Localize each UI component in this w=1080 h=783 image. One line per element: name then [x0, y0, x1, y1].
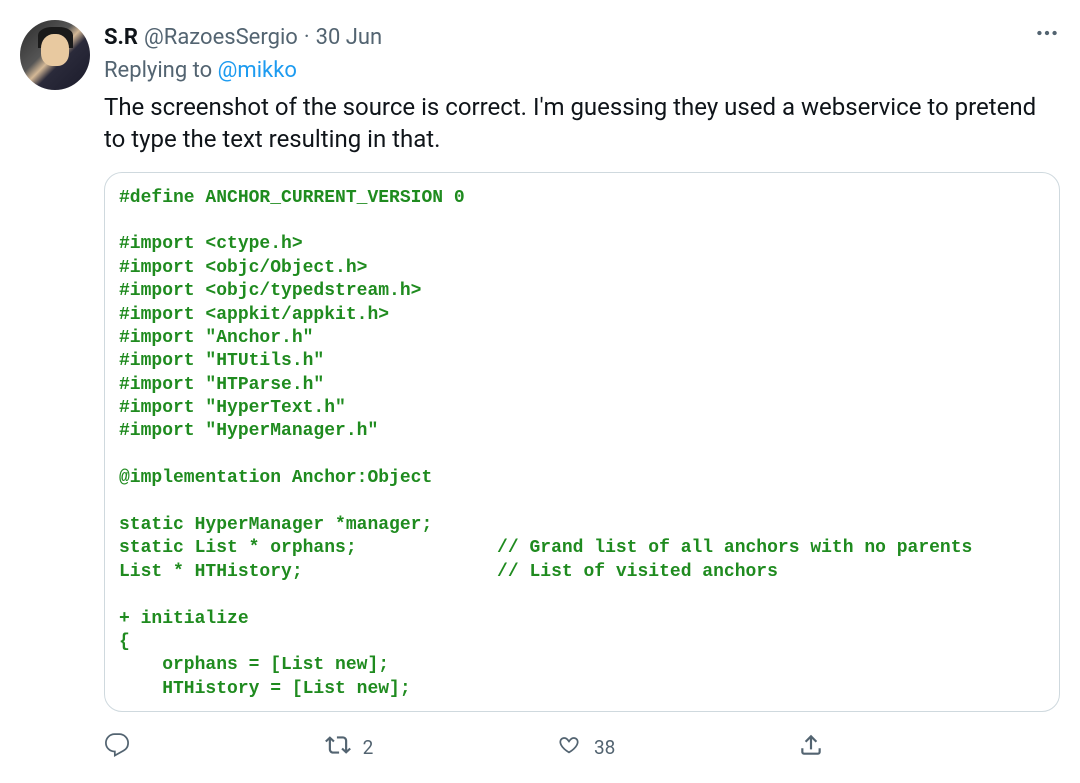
- more-icon: [1034, 20, 1060, 46]
- more-button[interactable]: [1034, 20, 1060, 56]
- share-button[interactable]: [798, 732, 824, 763]
- replying-prefix: Replying to: [104, 58, 218, 83]
- code-content: #define ANCHOR_CURRENT_VERSION 0 #import…: [119, 187, 1045, 702]
- reply-button[interactable]: [104, 732, 142, 763]
- display-name[interactable]: S.R: [104, 23, 138, 54]
- replying-to: Replying to @mikko: [104, 58, 1060, 83]
- separator-dot: ·: [304, 23, 310, 54]
- retweet-count: 2: [363, 736, 374, 759]
- tweet: S.R @RazoesSergio · 30 Jun Replying to @…: [20, 20, 1060, 763]
- like-button[interactable]: 38: [556, 732, 615, 763]
- like-count: 38: [594, 736, 615, 759]
- replying-to-link[interactable]: @mikko: [218, 58, 297, 83]
- user-handle[interactable]: @RazoesSergio: [144, 23, 298, 54]
- heart-icon: [556, 732, 582, 763]
- tweet-body: The screenshot of the source is correct.…: [104, 91, 1060, 156]
- retweet-button[interactable]: 2: [325, 732, 374, 763]
- retweet-icon: [325, 732, 351, 763]
- share-icon: [798, 732, 824, 763]
- tweet-date[interactable]: 30 Jun: [316, 23, 383, 54]
- code-image-card[interactable]: #define ANCHOR_CURRENT_VERSION 0 #import…: [104, 172, 1060, 713]
- tweet-actions: 2 38: [104, 732, 824, 763]
- tweet-content: S.R @RazoesSergio · 30 Jun Replying to @…: [104, 20, 1060, 763]
- tweet-header: S.R @RazoesSergio · 30 Jun: [104, 20, 1060, 56]
- reply-icon: [104, 732, 130, 763]
- avatar[interactable]: [20, 20, 90, 90]
